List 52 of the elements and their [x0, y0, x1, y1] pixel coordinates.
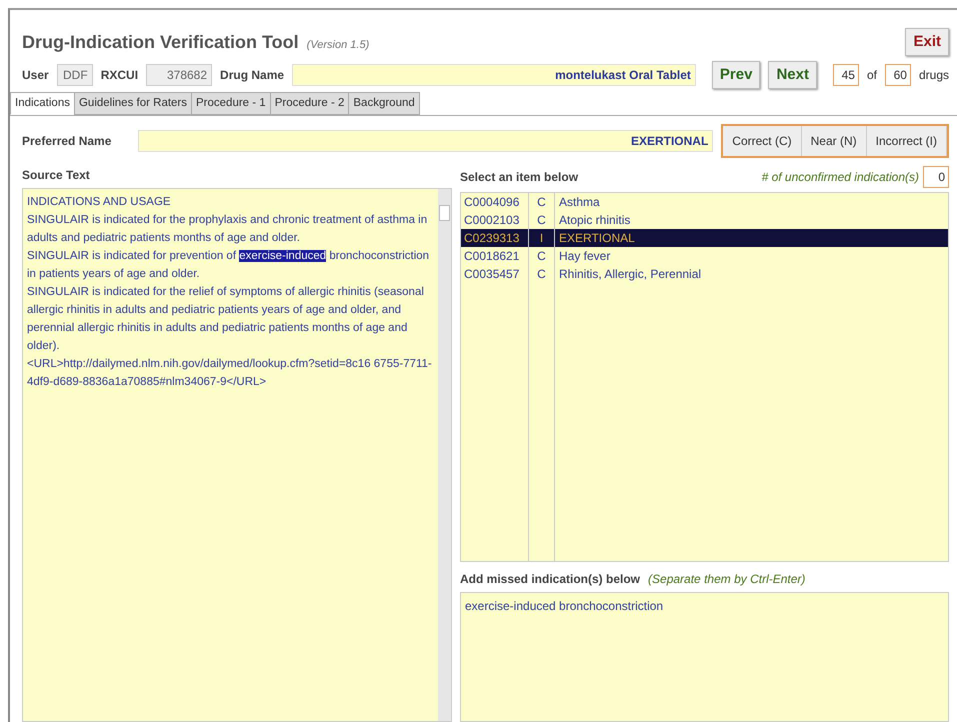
- rating-code: I: [529, 229, 555, 248]
- rating-button[interactable]: Incorrect (I): [866, 126, 947, 156]
- indication-name: Atopic rhinitis: [558, 212, 632, 230]
- current-count-field: 45: [832, 64, 859, 86]
- total-count-field: 60: [884, 64, 911, 86]
- missed-label: Add missed indication(s) below: [460, 571, 640, 588]
- source-paragraph: SINGULAIR is indicated for prevention of exercise-induced bronchoconstriction in patients years of age and older.: [27, 249, 430, 282]
- source-paragraph: INDICATIONS AND USAGE: [27, 195, 172, 210]
- unconfirmed-label: # of unconfirmed indication(s): [762, 169, 919, 186]
- drugs-label: drugs: [918, 67, 949, 84]
- indication-name: EXERTIONAL: [558, 230, 636, 248]
- concept-code: C0035457: [461, 265, 529, 284]
- tab[interactable]: Indications: [10, 92, 75, 116]
- exit-button[interactable]: Exit: [905, 28, 949, 56]
- user-label: User: [22, 67, 49, 84]
- source-text-label: Source Text: [22, 167, 91, 184]
- of-label: of: [866, 67, 877, 84]
- drug-name-label: Drug Name: [220, 67, 284, 84]
- source-text-box[interactable]: [22, 188, 452, 722]
- scrollbar[interactable]: [438, 189, 451, 721]
- missed-indications-field[interactable]: exercise-induced bronchoconstriction: [460, 592, 949, 722]
- next-button[interactable]: Next: [768, 60, 817, 90]
- prev-button[interactable]: Prev: [712, 60, 760, 90]
- source-paragraph: SINGULAIR is indicated for the relief of symptoms of allergic rhinitis (seasonal allergic rhinitis in adults and pediatric patients years of age and older, and perennial allergic rhinitis in adults and pediatric patients months of age and older).: [27, 285, 425, 354]
- preferred-name-field: EXERTIONAL: [138, 130, 714, 152]
- unconfirmed-count-field: 0: [923, 166, 949, 188]
- rating-code: C: [529, 265, 555, 284]
- rxcui-field: 378682: [146, 64, 212, 86]
- select-item-label: Select an item below: [460, 169, 578, 186]
- tab[interactable]: Background: [348, 92, 420, 116]
- window-title: Drug-Indication Verification Tool: [22, 30, 299, 54]
- source-paragraph: SINGULAIR is indicated for the prophylaxis and chronic treatment of asthma in adults and pediatric patients months of age and older.: [27, 213, 428, 246]
- source-paragraph: <URL>http://dailymed.nlm.nih.gov/dailymed/lookup.cfm?setid=8c16 6755-7711-4df9-d689-8836a1a70885#nlm34067-9</URL>: [27, 357, 433, 390]
- drug-name-field: montelukast Oral Tablet: [292, 64, 696, 86]
- rating-button[interactable]: Correct (C): [723, 126, 802, 156]
- rating-code: C: [529, 193, 555, 212]
- version-label: (Version 1.5): [306, 38, 370, 52]
- user-field: DDF: [56, 64, 93, 86]
- rxcui-label: RXCUI: [100, 67, 138, 84]
- rating-code: C: [529, 247, 555, 266]
- indication-name: Rhinitis, Allergic, Perennial: [558, 266, 702, 284]
- indication-name: Asthma: [558, 194, 601, 212]
- missed-hint: (Separate them by Ctrl-Enter): [648, 571, 806, 588]
- preferred-name-label: Preferred Name: [22, 133, 112, 150]
- concept-code: C0018621: [461, 247, 529, 266]
- indication-name: Hay fever: [558, 248, 612, 266]
- rating-button[interactable]: Near (N): [802, 126, 867, 156]
- tab[interactable]: Guidelines for Raters: [74, 92, 192, 116]
- concept-code: C0004096: [461, 193, 529, 212]
- tab[interactable]: Procedure - 1: [191, 92, 271, 116]
- concept-code: C0239313: [461, 229, 529, 248]
- tab[interactable]: Procedure - 2: [270, 92, 350, 116]
